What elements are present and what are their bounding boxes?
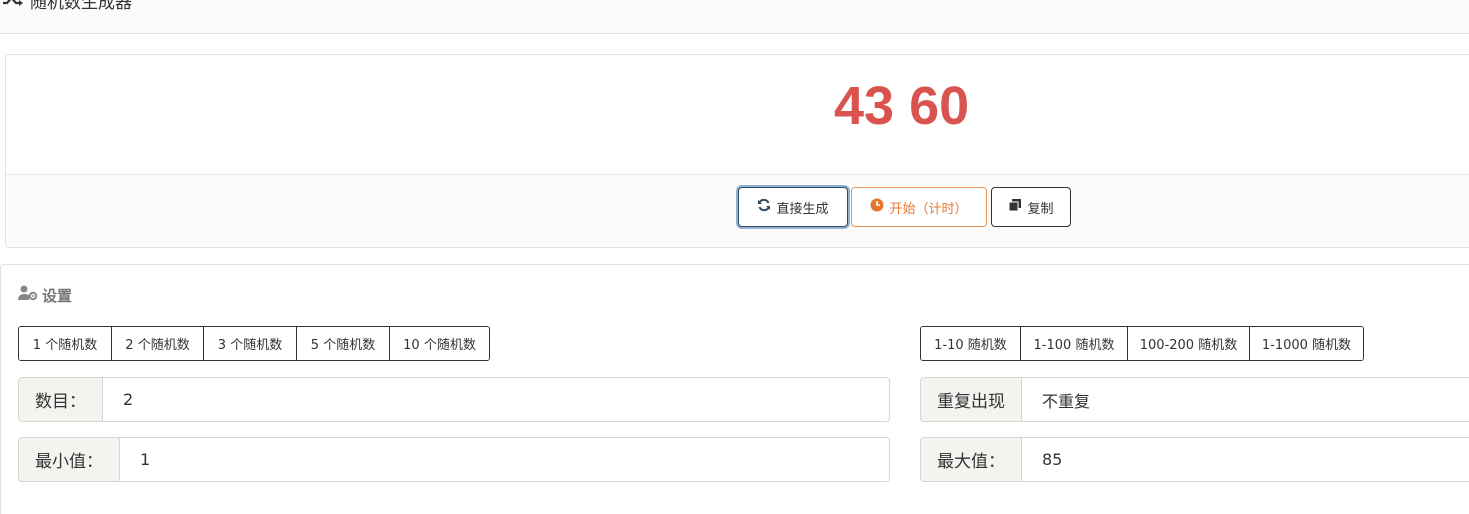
min-input-group: 最小值： 1 [18, 437, 890, 482]
count-preset-group: 1 个随机数 2 个随机数 3 个随机数 5 个随机数 10 个随机数 [18, 326, 490, 361]
repeat-label: 重复出现 [921, 378, 1022, 421]
count-preset-1[interactable]: 1 个随机数 [19, 327, 112, 360]
clock-icon [870, 198, 884, 216]
settings-title: 设置 [18, 285, 72, 305]
generate-button-label: 直接生成 [776, 201, 829, 217]
copy-button-label: 复制 [1027, 201, 1054, 217]
range-preset-group: 1-10 随机数 1-100 随机数 100-200 随机数 1-1000 随机… [920, 326, 1364, 361]
count-preset-5[interactable]: 5 个随机数 [297, 327, 390, 360]
count-label: 数目： [19, 378, 103, 421]
max-input-group: 最大值： 85 [920, 437, 1469, 482]
range-preset-1-100[interactable]: 1-100 随机数 [1021, 327, 1128, 360]
user-cog-icon [18, 285, 38, 305]
min-input[interactable]: 1 [120, 438, 889, 481]
generate-button[interactable]: 直接生成 [738, 187, 848, 227]
copy-icon [1008, 198, 1022, 216]
range-preset-1-10[interactable]: 1-10 随机数 [921, 327, 1021, 360]
copy-button[interactable]: 复制 [991, 187, 1071, 227]
count-input-group: 数目： 2 [18, 377, 890, 422]
result-numbers: 43 60 [834, 76, 970, 136]
page-title-text: 随机数生成器 [30, 0, 132, 13]
result-actions: 直接生成 开始（计时） 复制 [6, 175, 1469, 247]
min-label: 最小值： [19, 438, 120, 481]
start-timer-button[interactable]: 开始（计时） [851, 187, 987, 227]
max-label: 最大值： [921, 438, 1022, 481]
settings-panel: 设置 1 个随机数 2 个随机数 3 个随机数 5 个随机数 10 个随机数 1… [0, 264, 1469, 514]
count-input[interactable]: 2 [103, 378, 889, 421]
start-timer-button-label: 开始（计时） [889, 201, 968, 217]
repeat-select[interactable]: 不重复 [1022, 378, 1469, 421]
max-input[interactable]: 85 [1022, 438, 1469, 481]
range-preset-1-1000[interactable]: 1-1000 随机数 [1250, 327, 1363, 360]
count-preset-10[interactable]: 10 个随机数 [390, 327, 489, 360]
shuffle-icon [2, 0, 24, 12]
header-bar: 随机数生成器 [0, 0, 1469, 34]
result-panel: 43 60 直接生成 开始（计时） 复制 [5, 54, 1469, 248]
settings-title-text: 设置 [42, 286, 73, 305]
page-title: 随机数生成器 [2, 0, 132, 13]
count-preset-3[interactable]: 3 个随机数 [204, 327, 297, 360]
count-preset-2[interactable]: 2 个随机数 [112, 327, 204, 360]
repeat-input-group: 重复出现 不重复 [920, 377, 1469, 422]
range-preset-100-200[interactable]: 100-200 随机数 [1128, 327, 1250, 360]
page: 随机数生成器 43 60 直接生成 开始（计时） 复制 设置 1 个随机数 2 … [0, 0, 1469, 514]
result-body: 43 60 [6, 55, 1469, 175]
refresh-icon [757, 198, 771, 216]
